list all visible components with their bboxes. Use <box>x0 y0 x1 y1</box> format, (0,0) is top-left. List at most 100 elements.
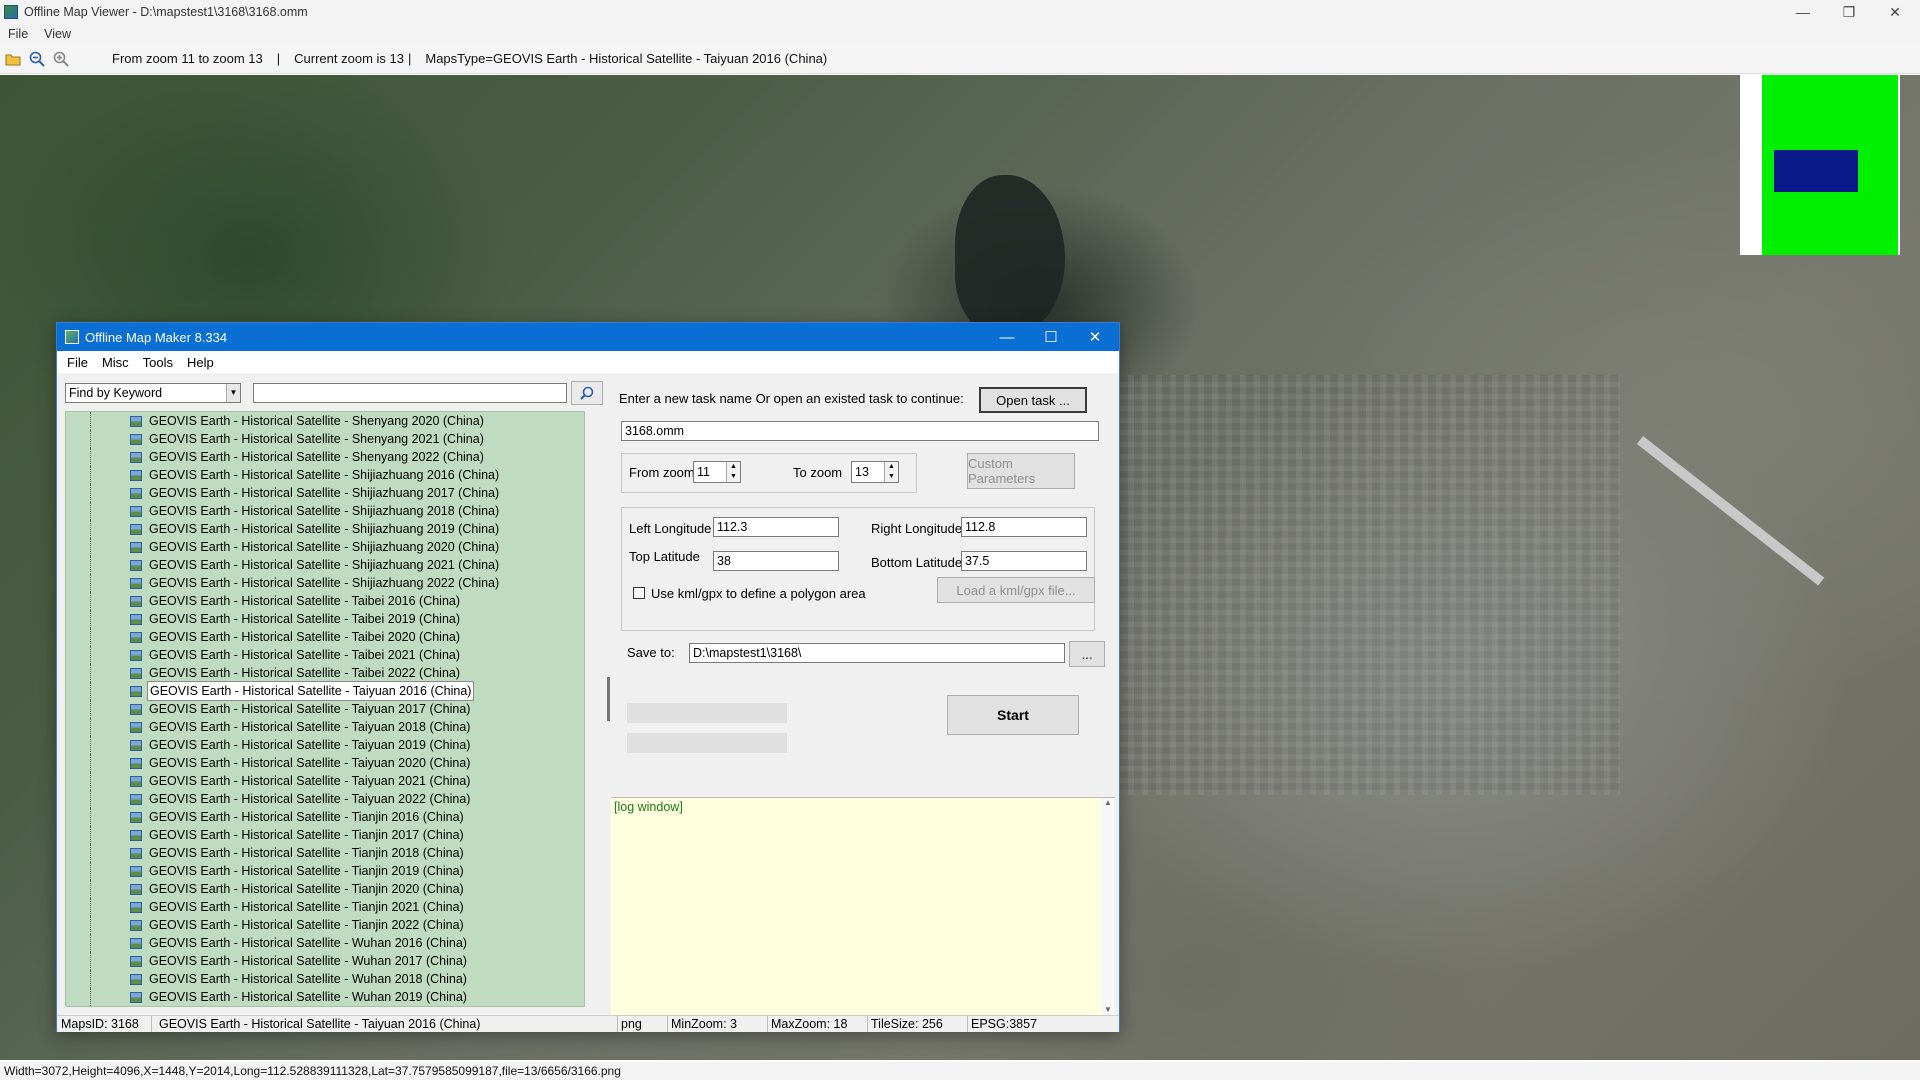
right-longitude-input[interactable]: 112.8 <box>961 517 1087 537</box>
tree-item[interactable]: GEOVIS Earth - Historical Satellite - Sh… <box>66 430 584 448</box>
tree-connector <box>90 592 130 610</box>
tree-item[interactable]: GEOVIS Earth - Historical Satellite - Wu… <box>66 970 584 988</box>
use-kml-checkbox[interactable] <box>633 587 645 599</box>
open-task-button[interactable]: Open task ... <box>979 387 1087 413</box>
from-zoom-spinner[interactable]: 11 ▲ ▼ <box>693 461 741 483</box>
map-layer-icon <box>130 919 142 931</box>
to-zoom-spinner[interactable]: 13 ▲ ▼ <box>851 461 899 483</box>
tree-connector <box>90 970 130 988</box>
tree-item[interactable]: GEOVIS Earth - Historical Satellite - Ta… <box>66 700 584 718</box>
tree-connector <box>90 826 130 844</box>
custom-parameters-button[interactable]: Custom Parameters <box>967 453 1075 489</box>
from-zoom-value: 11 <box>697 465 710 479</box>
folder-open-icon[interactable] <box>2 48 24 70</box>
status-divider <box>617 1016 618 1032</box>
tree-item-label: GEOVIS Earth - Historical Satellite - Wu… <box>149 936 467 950</box>
tree-item[interactable]: GEOVIS Earth - Historical Satellite - Ti… <box>66 898 584 916</box>
tree-item[interactable]: GEOVIS Earth - Historical Satellite - Wu… <box>66 988 584 1006</box>
tree-connector <box>90 664 130 682</box>
minimize-button[interactable]: — <box>1780 0 1826 24</box>
app-icon <box>4 5 18 19</box>
menu-file[interactable]: File <box>0 27 36 41</box>
dialog-title: Offline Map Maker 8.334 <box>85 329 228 345</box>
task-name-input[interactable]: 3168.omm <box>621 421 1099 441</box>
scroll-down-icon[interactable]: ▼ <box>1101 1005 1115 1014</box>
pane-splitter[interactable] <box>607 677 610 721</box>
dialog-menu-file[interactable]: File <box>60 355 95 370</box>
tree-item-label: GEOVIS Earth - Historical Satellite - Ti… <box>149 900 464 914</box>
tree-item[interactable]: GEOVIS Earth - Historical Satellite - Ti… <box>66 826 584 844</box>
dialog-minimize-button[interactable]: — <box>985 323 1029 351</box>
tree-item[interactable]: GEOVIS Earth - Historical Satellite - Sh… <box>66 448 584 466</box>
tree-item[interactable]: GEOVIS Earth - Historical Satellite - Ta… <box>66 772 584 790</box>
tree-item[interactable]: GEOVIS Earth - Historical Satellite - Ta… <box>66 681 584 701</box>
search-mode-select[interactable]: Find by Keyword ▼ <box>65 383 241 403</box>
bottom-latitude-input[interactable]: 37.5 <box>961 551 1087 571</box>
dialog-menu-misc[interactable]: Misc <box>95 355 136 370</box>
tree-item[interactable]: GEOVIS Earth - Historical Satellite - Sh… <box>66 502 584 520</box>
dialog-maximize-button[interactable]: ☐ <box>1029 323 1073 351</box>
dialog-close-button[interactable]: ✕ <box>1073 323 1117 351</box>
save-path-input[interactable]: D:\mapstest1\3168\ <box>689 643 1065 663</box>
search-button[interactable] <box>571 381 603 405</box>
tree-item[interactable]: GEOVIS Earth - Historical Satellite - Sh… <box>66 538 584 556</box>
tree-connector <box>90 556 130 574</box>
tree-item[interactable]: GEOVIS Earth - Historical Satellite - Ta… <box>66 718 584 736</box>
tree-item[interactable]: GEOVIS Earth - Historical Satellite - Ta… <box>66 592 584 610</box>
chevron-down-icon[interactable]: ▼ <box>226 384 240 402</box>
toolbar-separator: | <box>276 51 281 66</box>
tree-item[interactable]: GEOVIS Earth - Historical Satellite - Wu… <box>66 934 584 952</box>
scroll-up-icon[interactable]: ▲ <box>1101 798 1115 807</box>
dialog-menu-tools[interactable]: Tools <box>136 355 180 370</box>
tree-connector <box>90 736 130 754</box>
spinner-arrows-icon[interactable]: ▲ ▼ <box>884 462 898 482</box>
tree-connector <box>90 610 130 628</box>
map-layer-icon <box>130 523 142 535</box>
left-longitude-label: Left Longitude <box>629 521 712 536</box>
tree-item[interactable]: GEOVIS Earth - Historical Satellite - Ta… <box>66 790 584 808</box>
status-divider <box>867 1016 868 1032</box>
tree-item[interactable]: GEOVIS Earth - Historical Satellite - Sh… <box>66 466 584 484</box>
tree-item[interactable]: GEOVIS Earth - Historical Satellite - Ta… <box>66 736 584 754</box>
browse-button[interactable]: ... <box>1069 641 1105 667</box>
tree-item[interactable]: GEOVIS Earth - Historical Satellite - Wu… <box>66 952 584 970</box>
tree-item[interactable]: GEOVIS Earth - Historical Satellite - Ti… <box>66 880 584 898</box>
spinner-arrows-icon[interactable]: ▲ ▼ <box>726 462 740 482</box>
minimap-viewport[interactable] <box>1774 150 1858 192</box>
dialog-menu-help[interactable]: Help <box>180 355 221 370</box>
map-tree[interactable]: GEOVIS Earth - Historical Satellite - Sh… <box>65 411 585 1007</box>
tree-item[interactable]: GEOVIS Earth - Historical Satellite - Ta… <box>66 646 584 664</box>
load-kml-button[interactable]: Load a kml/gpx file... <box>937 577 1095 603</box>
tree-item[interactable]: GEOVIS Earth - Historical Satellite - Sh… <box>66 556 584 574</box>
status-divider <box>151 1016 152 1032</box>
tree-item[interactable]: GEOVIS Earth - Historical Satellite - Ti… <box>66 862 584 880</box>
tree-item[interactable]: GEOVIS Earth - Historical Satellite - Ti… <box>66 916 584 934</box>
tree-item[interactable]: GEOVIS Earth - Historical Satellite - Sh… <box>66 412 584 430</box>
zoom-in-icon[interactable] <box>50 48 72 70</box>
tree-connector <box>90 520 130 538</box>
tree-item[interactable]: GEOVIS Earth - Historical Satellite - Ta… <box>66 664 584 682</box>
tree-item[interactable]: GEOVIS Earth - Historical Satellite - Sh… <box>66 520 584 538</box>
restore-button[interactable]: ❐ <box>1826 0 1872 24</box>
map-layer-icon <box>130 505 142 517</box>
tree-item[interactable]: GEOVIS Earth - Historical Satellite - Ta… <box>66 628 584 646</box>
status-divider <box>667 1016 668 1032</box>
tree-item[interactable]: GEOVIS Earth - Historical Satellite - Ti… <box>66 808 584 826</box>
tree-item[interactable]: GEOVIS Earth - Historical Satellite - Sh… <box>66 574 584 592</box>
left-longitude-input[interactable]: 112.3 <box>713 517 839 537</box>
tree-item[interactable]: GEOVIS Earth - Historical Satellite - Sh… <box>66 484 584 502</box>
zoom-out-icon[interactable] <box>26 48 48 70</box>
top-latitude-input[interactable]: 38 <box>713 551 839 571</box>
log-scrollbar[interactable]: ▲ ▼ <box>1101 798 1115 1016</box>
map-list-pane: Find by Keyword ▼ GEOVIS Earth - Histori… <box>63 377 610 1007</box>
menu-view[interactable]: View <box>36 27 79 41</box>
start-button[interactable]: Start <box>947 695 1079 735</box>
log-window[interactable]: [log window] ▲ ▼ <box>611 797 1115 1016</box>
keyword-input[interactable] <box>253 383 567 403</box>
tree-item[interactable]: GEOVIS Earth - Historical Satellite - Ta… <box>66 610 584 628</box>
close-button[interactable]: ✕ <box>1872 0 1918 24</box>
map-layer-icon <box>130 757 142 769</box>
tree-item[interactable]: GEOVIS Earth - Historical Satellite - Ti… <box>66 844 584 862</box>
minimap[interactable] <box>1740 75 1900 255</box>
tree-item[interactable]: GEOVIS Earth - Historical Satellite - Ta… <box>66 754 584 772</box>
